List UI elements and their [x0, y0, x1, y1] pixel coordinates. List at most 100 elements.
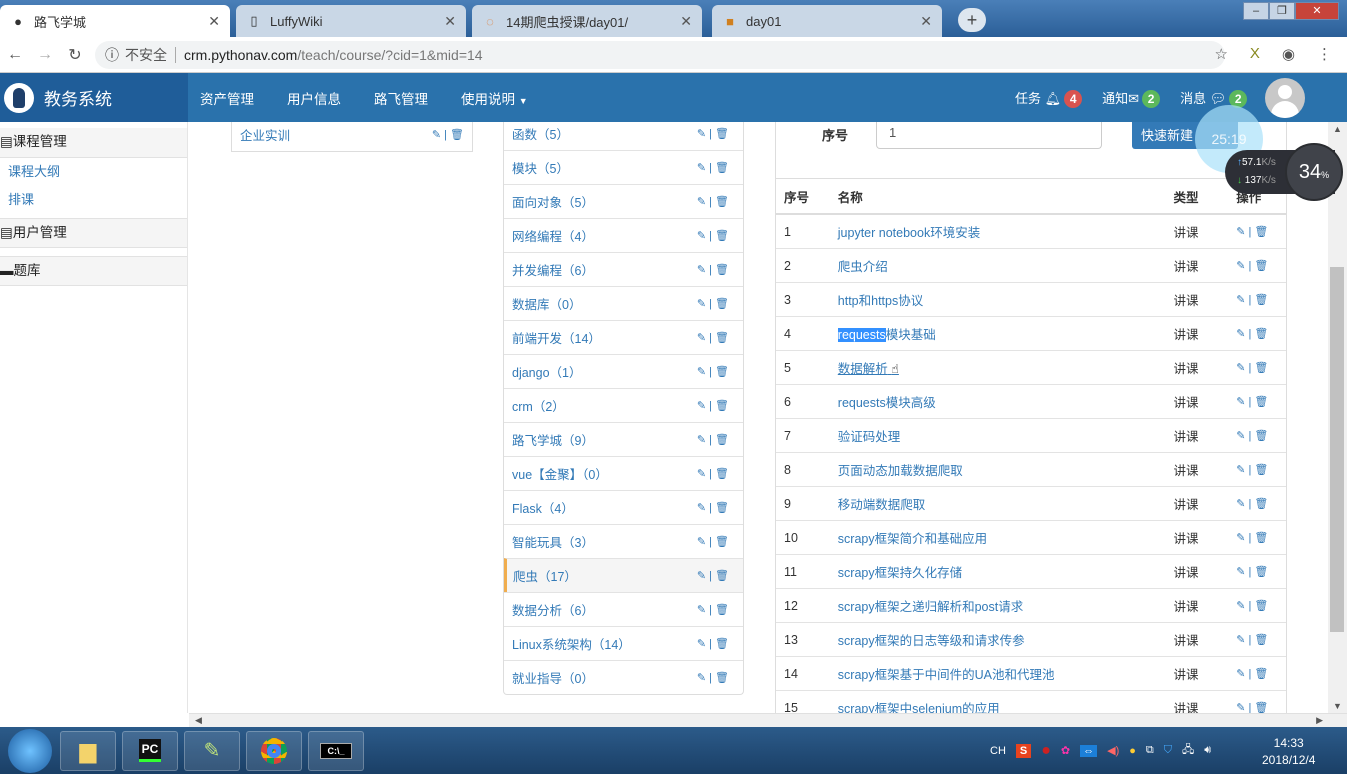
edit-icon[interactable]: ✎: [1236, 702, 1245, 713]
notices-link[interactable]: 通知✉ 2: [1102, 88, 1161, 108]
sidebar-group-course[interactable]: ▤课程管理: [0, 128, 187, 158]
order-input[interactable]: 1: [876, 122, 1102, 149]
record-icon[interactable]: ●: [1041, 742, 1051, 760]
chrome-taskbar-button[interactable]: [246, 730, 302, 771]
avatar[interactable]: [1265, 78, 1305, 118]
edit-icon[interactable]: ✎: [697, 400, 706, 412]
module-item[interactable]: 数据分析（6） ✎ | 🗑︎: [504, 592, 743, 626]
trash-icon[interactable]: 🗑︎: [715, 264, 729, 276]
menu-dots-icon[interactable]: ⋮: [1317, 45, 1332, 63]
close-tab-icon[interactable]: ✕: [208, 13, 220, 30]
trash-icon[interactable]: 🗑︎: [715, 298, 729, 310]
lesson-name-link[interactable]: requests模块高级: [838, 392, 1174, 411]
cmd-taskbar-button[interactable]: C:\_: [308, 730, 364, 771]
edit-icon[interactable]: ✎: [697, 570, 706, 582]
module-name[interactable]: 数据库（0）: [512, 294, 581, 313]
edit-icon[interactable]: ✎: [697, 230, 706, 242]
sidebar-item-schedule[interactable]: 排课: [0, 186, 187, 214]
trash-icon[interactable]: 🗑︎: [715, 638, 729, 650]
module-name[interactable]: 网络编程（4）: [512, 226, 594, 245]
module-name[interactable]: 智能玩具（3）: [512, 532, 594, 551]
edit-icon[interactable]: ✎: [1236, 362, 1245, 374]
forward-icon[interactable]: →: [30, 46, 60, 64]
edit-icon[interactable]: ✎: [1236, 498, 1245, 510]
lesson-name-link[interactable]: 数据解析 ☝︎: [838, 358, 1174, 377]
trash-icon[interactable]: 🗑︎: [715, 570, 729, 582]
nav-help[interactable]: 使用说明 ▼: [461, 88, 528, 108]
trash-icon[interactable]: 🗑︎: [1254, 532, 1268, 544]
module-item[interactable]: Linux系统架构（14） ✎ | 🗑︎: [504, 626, 743, 660]
explorer-taskbar-button[interactable]: ▆: [60, 730, 116, 771]
edit-icon[interactable]: ✎: [1236, 600, 1245, 612]
pycharm-taskbar-button[interactable]: PC: [122, 730, 178, 771]
clock[interactable]: 14:33 2018/12/4: [1262, 735, 1315, 769]
edit-icon[interactable]: ✎: [697, 536, 706, 548]
trash-icon[interactable]: 🗑︎: [715, 502, 729, 514]
edit-icon[interactable]: ✎: [697, 672, 706, 684]
windows-icon[interactable]: ⧉: [1146, 744, 1154, 757]
trash-icon[interactable]: 🗑︎: [1254, 260, 1268, 272]
edit-icon[interactable]: ✎: [697, 162, 706, 174]
tab-day01-loading[interactable]: ◌ 14期爬虫授课/day01/ ✕: [472, 5, 702, 37]
sogou-icon[interactable]: S: [1015, 743, 1032, 758]
module-item[interactable]: 智能玩具（3） ✎ | 🗑︎: [504, 524, 743, 558]
trash-icon[interactable]: 🗑︎: [715, 162, 729, 174]
lesson-name-link[interactable]: 爬虫介绍: [838, 256, 1174, 275]
lesson-name-link[interactable]: http和https协议: [838, 290, 1174, 309]
trash-icon[interactable]: 🗑︎: [1254, 566, 1268, 578]
edit-icon[interactable]: ✎: [1236, 396, 1245, 408]
module-item[interactable]: 数据库（0） ✎ | 🗑︎: [504, 286, 743, 320]
edit-icon[interactable]: ✎: [1236, 634, 1245, 646]
edit-icon[interactable]: ✎: [697, 298, 706, 310]
edit-icon[interactable]: ✎: [1236, 328, 1245, 340]
flower-icon[interactable]: ✿: [1061, 744, 1070, 757]
profile-icon[interactable]: ◉: [1282, 45, 1295, 63]
trash-icon[interactable]: 🗑︎: [1254, 464, 1268, 476]
edit-icon[interactable]: ✎: [697, 332, 706, 344]
volume-icon[interactable]: 🔊︎: [1204, 744, 1211, 757]
sidebar-item-outline[interactable]: 课程大纲: [0, 158, 187, 186]
lesson-name-link[interactable]: jupyter notebook环境安装: [838, 222, 1174, 241]
tab-luffywiki[interactable]: ▯ LuffyWiki ✕: [236, 5, 466, 37]
trash-icon[interactable]: 🗑︎: [715, 468, 729, 480]
sidebar-group-users[interactable]: ▤用户管理: [0, 218, 187, 248]
edit-icon[interactable]: ✎: [1236, 294, 1245, 306]
trash-icon[interactable]: 🗑︎: [715, 536, 729, 548]
module-name[interactable]: Linux系统架构（14）: [512, 634, 631, 653]
module-item[interactable]: 前端开发（14） ✎ | 🗑︎: [504, 320, 743, 354]
lesson-name-link[interactable]: scrapy框架简介和基础应用: [838, 528, 1174, 547]
trash-icon[interactable]: 🗑︎: [1254, 396, 1268, 408]
vertical-scrollbar[interactable]: ▲ ▼: [1328, 122, 1347, 713]
module-name[interactable]: Flask（4）: [512, 498, 574, 517]
shield-icon[interactable]: ⛉: [1164, 744, 1172, 757]
category-name[interactable]: 企业实训: [240, 125, 290, 144]
trash-icon[interactable]: 🗑︎: [715, 400, 729, 412]
trash-icon[interactable]: 🗑︎: [715, 230, 729, 242]
module-name[interactable]: 模块（5）: [512, 158, 569, 177]
minimize-button[interactable]: –: [1243, 2, 1269, 20]
module-item[interactable]: 面向对象（5） ✎ | 🗑︎: [504, 184, 743, 218]
sidebar-group-questions[interactable]: ▬题库: [0, 256, 187, 286]
tab-day01[interactable]: ■ day01 ✕: [712, 5, 942, 37]
tab-luffy[interactable]: ● 路飞学城 ✕: [0, 5, 230, 37]
edit-icon[interactable]: ✎: [697, 366, 706, 378]
trash-icon[interactable]: 🗑︎: [450, 129, 464, 141]
close-tab-icon[interactable]: ✕: [920, 13, 932, 30]
lesson-name-link[interactable]: scrapy框架的日志等级和请求传参: [838, 630, 1174, 649]
module-name[interactable]: 数据分析（6）: [512, 600, 594, 619]
trash-icon[interactable]: 🗑︎: [1254, 702, 1268, 713]
module-item[interactable]: 爬虫（17） ✎ | 🗑︎: [504, 558, 743, 592]
notepad-taskbar-button[interactable]: ✎: [184, 730, 240, 771]
trash-icon[interactable]: 🗑︎: [1254, 668, 1268, 680]
edit-icon[interactable]: ✎: [1236, 226, 1245, 238]
trash-icon[interactable]: 🗑︎: [1254, 294, 1268, 306]
trash-icon[interactable]: 🗑︎: [1254, 634, 1268, 646]
url-input[interactable]: ⓘ 不安全 crm.pythonav.com/teach/course/?cid=…: [95, 41, 1225, 69]
module-name[interactable]: vue【金聚】（0）: [512, 464, 608, 483]
brand[interactable]: 教务系统: [0, 73, 188, 122]
language-indicator[interactable]: CH: [990, 745, 1006, 757]
lesson-name-link[interactable]: scrapy框架之递归解析和post请求: [838, 596, 1174, 615]
speaker-muted-icon[interactable]: ◀): [1107, 744, 1119, 757]
extension-icon[interactable]: X: [1250, 45, 1260, 63]
edit-icon[interactable]: ✎: [1236, 532, 1245, 544]
